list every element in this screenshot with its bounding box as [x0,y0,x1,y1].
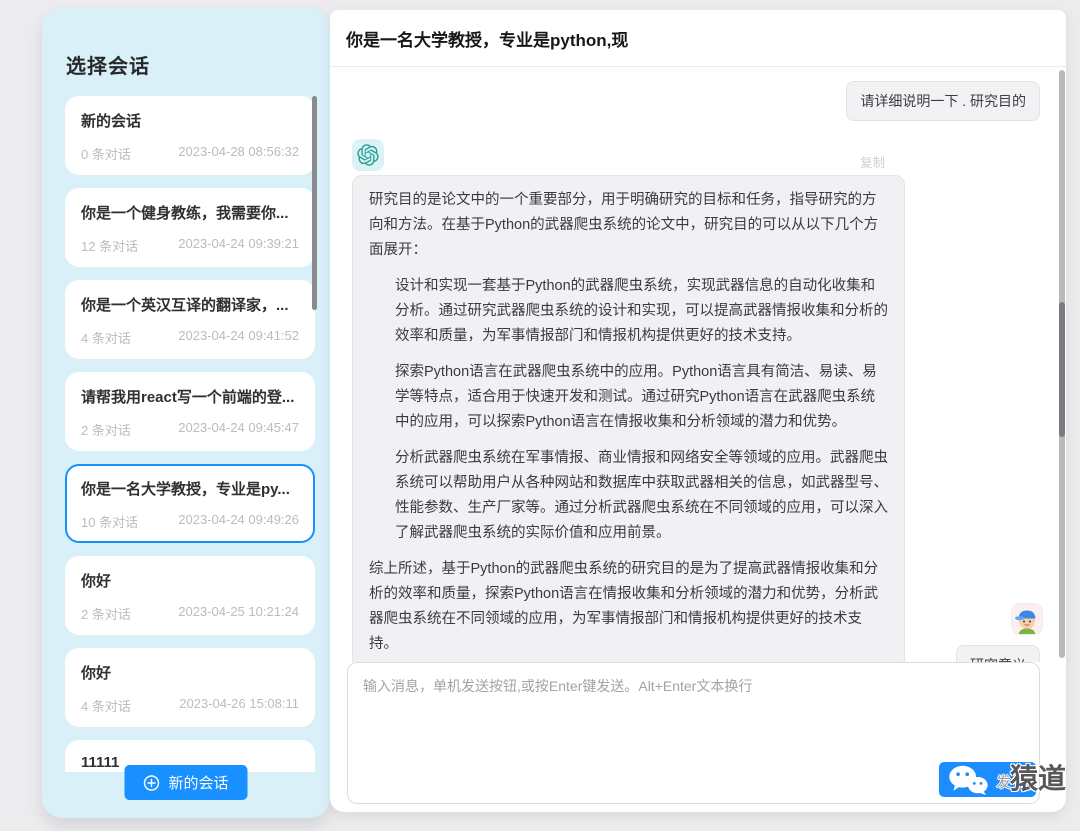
send-label-partial: 发 [996,771,1011,792]
conversation-title: 你好 [81,570,299,591]
conversation-meta: 10 条对话 2023-04-24 09:49:26 [81,512,299,531]
conversation-list: 新的会话 0 条对话 2023-04-28 08:56:32 你是一个健身教练，… [65,96,315,772]
conversation-count: 2 条对话 [81,604,131,623]
conversation-title: 你是一个英汉互译的翻译家，... [81,294,299,315]
conversation-time: 2023-04-24 09:39:21 [178,236,299,255]
conversation-count: 2 条对话 [81,420,131,439]
conversation-meta: 12 条对话 2023-04-24 09:39:21 [81,236,299,255]
conversation-time: 2023-04-28 08:56:32 [178,144,299,163]
conversation-item[interactable]: 你好 4 条对话 2023-04-26 15:08:11 [65,648,315,727]
partial-message-bubble: 研究意义 [956,645,1040,662]
wechat-icon [941,764,997,795]
boy-avatar-icon [1012,604,1042,634]
chat-title: 你是一名大学教授，专业是python,现 [346,26,628,51]
sidebar-title: 选择会话 [66,50,150,79]
conversation-time: 2023-04-24 09:45:47 [178,420,299,439]
sidebar-scrollbar[interactable] [312,96,317,310]
conversation-meta: 2 条对话 2023-04-24 09:45:47 [81,420,299,439]
new-conversation-button[interactable]: 新的会话 [124,765,247,800]
conversation-title: 你是一个健身教练，我需要你... [81,202,299,223]
conversation-count: 10 条对话 [81,512,138,531]
conversation-title: 请帮我用react写一个前端的登... [81,386,299,407]
conversation-time: 2023-04-24 09:41:52 [178,328,299,347]
new-conversation-label: 新的会话 [168,772,228,793]
conversation-meta: 0 条对话 2023-04-28 08:56:32 [81,144,299,163]
conversation-time: 2023-04-24 09:49:26 [178,512,299,531]
conversation-title: 你是一名大学教授，专业是py... [81,478,299,499]
user-message-bubble: 请详细说明一下 . 研究目的 [846,81,1040,121]
conversation-item[interactable]: 你是一个健身教练，我需要你... 12 条对话 2023-04-24 09:39… [65,188,315,267]
chat-message-area: 请详细说明一下 . 研究目的 复制 研究目的是论文中的一个重要部分，用于明确研究… [330,68,1066,662]
plus-circle-icon [143,775,159,791]
conversation-item[interactable]: 你是一名大学教授，专业是py... 10 条对话 2023-04-24 09:4… [65,464,315,543]
watermark-brand: 猿道 [1010,762,1066,796]
assistant-paragraph: 探索Python语言在武器爬虫系统中的应用。Python语言具有简洁、易读、易学… [395,360,888,435]
assistant-paragraph: 设计和实现一套基于Python的武器爬虫系统，实现武器信息的自动化收集和分析。通… [395,274,888,349]
chat-scrollbar[interactable] [1059,70,1065,658]
conversation-sidebar: 选择会话 新的会话 0 条对话 2023-04-28 08:56:32 你是一个… [42,8,330,818]
conversation-meta: 4 条对话 2023-04-26 15:08:11 [81,696,299,715]
conversation-time: 2023-04-26 15:08:11 [179,696,299,715]
copy-button[interactable]: 复制 [860,152,885,171]
composer: 发 猿道 [347,662,1040,804]
conversation-item[interactable]: 你好 2 条对话 2023-04-25 10:21:24 [65,556,315,635]
assistant-message-block: 复制 研究目的是论文中的一个重要部分，用于明确研究的目标和任务，指导研究的方向和… [352,139,905,662]
conversation-count: 0 条对话 [81,144,131,163]
conversation-count: 4 条对话 [81,696,131,715]
assistant-message-toolbar: 复制 [352,139,905,171]
assistant-paragraph: 分析武器爬虫系统在军事情报、商业情报和网络安全等领域的应用。武器爬虫系统可以帮助… [395,446,888,546]
conversation-time: 2023-04-25 10:21:24 [178,604,299,623]
user-avatar [1012,604,1042,634]
conversation-count: 12 条对话 [81,236,138,255]
conversation-item[interactable]: 你是一个英汉互译的翻译家，... 4 条对话 2023-04-24 09:41:… [65,280,315,359]
conversation-item[interactable]: 请帮我用react写一个前端的登... 2 条对话 2023-04-24 09:… [65,372,315,451]
assistant-message-bubble: 研究目的是论文中的一个重要部分，用于明确研究的目标和任务，指导研究的方向和方法。… [352,175,905,662]
conversation-item[interactable]: 新的会话 0 条对话 2023-04-28 08:56:32 [65,96,315,175]
conversation-meta: 2 条对话 2023-04-25 10:21:24 [81,604,299,623]
openai-logo-icon [357,144,379,166]
send-button[interactable]: 发 猿道 [939,762,1036,797]
chat-panel: 你是一名大学教授，专业是python,现 请详细说明一下 . 研究目的 复制 研… [330,10,1066,812]
chat-scrollbar-thumb[interactable] [1059,302,1065,437]
conversation-title: 你好 [81,662,299,683]
conversation-title: 新的会话 [81,110,299,131]
assistant-paragraph: 研究目的是论文中的一个重要部分，用于明确研究的目标和任务，指导研究的方向和方法。… [369,188,888,263]
message-input[interactable] [348,663,1039,803]
assistant-avatar [352,139,384,171]
chat-header: 你是一名大学教授，专业是python,现 [330,10,1066,67]
conversation-count: 4 条对话 [81,328,131,347]
assistant-paragraph: 综上所述，基于Python的武器爬虫系统的研究目的是为了提高武器情报收集和分析的… [369,557,888,657]
conversation-meta: 4 条对话 2023-04-24 09:41:52 [81,328,299,347]
